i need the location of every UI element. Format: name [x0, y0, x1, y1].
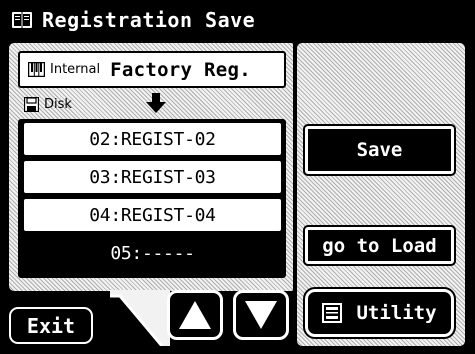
scroll-up-button[interactable] [167, 290, 223, 340]
source-registration: Internal Factory Reg. [18, 51, 286, 88]
list-item-03[interactable]: 03:REGIST-03 [24, 161, 281, 193]
keyboard-icon [28, 62, 45, 77]
arrow-down-icon [146, 93, 166, 113]
tab-shape [110, 290, 170, 346]
utility-icon [322, 303, 343, 323]
list-item-05-selected[interactable]: 05:----- [24, 237, 281, 269]
disk-label-text: Disk [44, 97, 72, 112]
up-triangle-icon [179, 301, 211, 329]
panel-divider [293, 43, 296, 346]
exit-button[interactable]: Exit [9, 307, 93, 344]
list-item-04[interactable]: 04:REGIST-04 [24, 199, 281, 231]
down-triangle-icon [245, 301, 277, 329]
list-item-02[interactable]: 02:REGIST-02 [24, 123, 281, 155]
go-to-load-button[interactable]: go to Load [303, 225, 456, 266]
disk-icon [24, 97, 39, 112]
page-title: Registration Save [42, 8, 256, 32]
book-icon [12, 12, 32, 28]
destination-label: Disk [24, 97, 72, 112]
title-bar: Registration Save [0, 0, 475, 40]
registration-save-screen: Registration Save Internal Factory Reg. … [0, 0, 475, 354]
source-name: Factory Reg. [110, 58, 251, 81]
registration-list: 02:REGIST-02 03:REGIST-03 04:REGIST-04 0… [18, 119, 286, 278]
source-kind: Internal [50, 62, 101, 77]
save-button[interactable]: Save [303, 124, 456, 176]
scroll-down-button[interactable] [233, 290, 289, 340]
utility-button[interactable]: Utility [303, 287, 456, 339]
utility-label: Utility [356, 302, 437, 324]
